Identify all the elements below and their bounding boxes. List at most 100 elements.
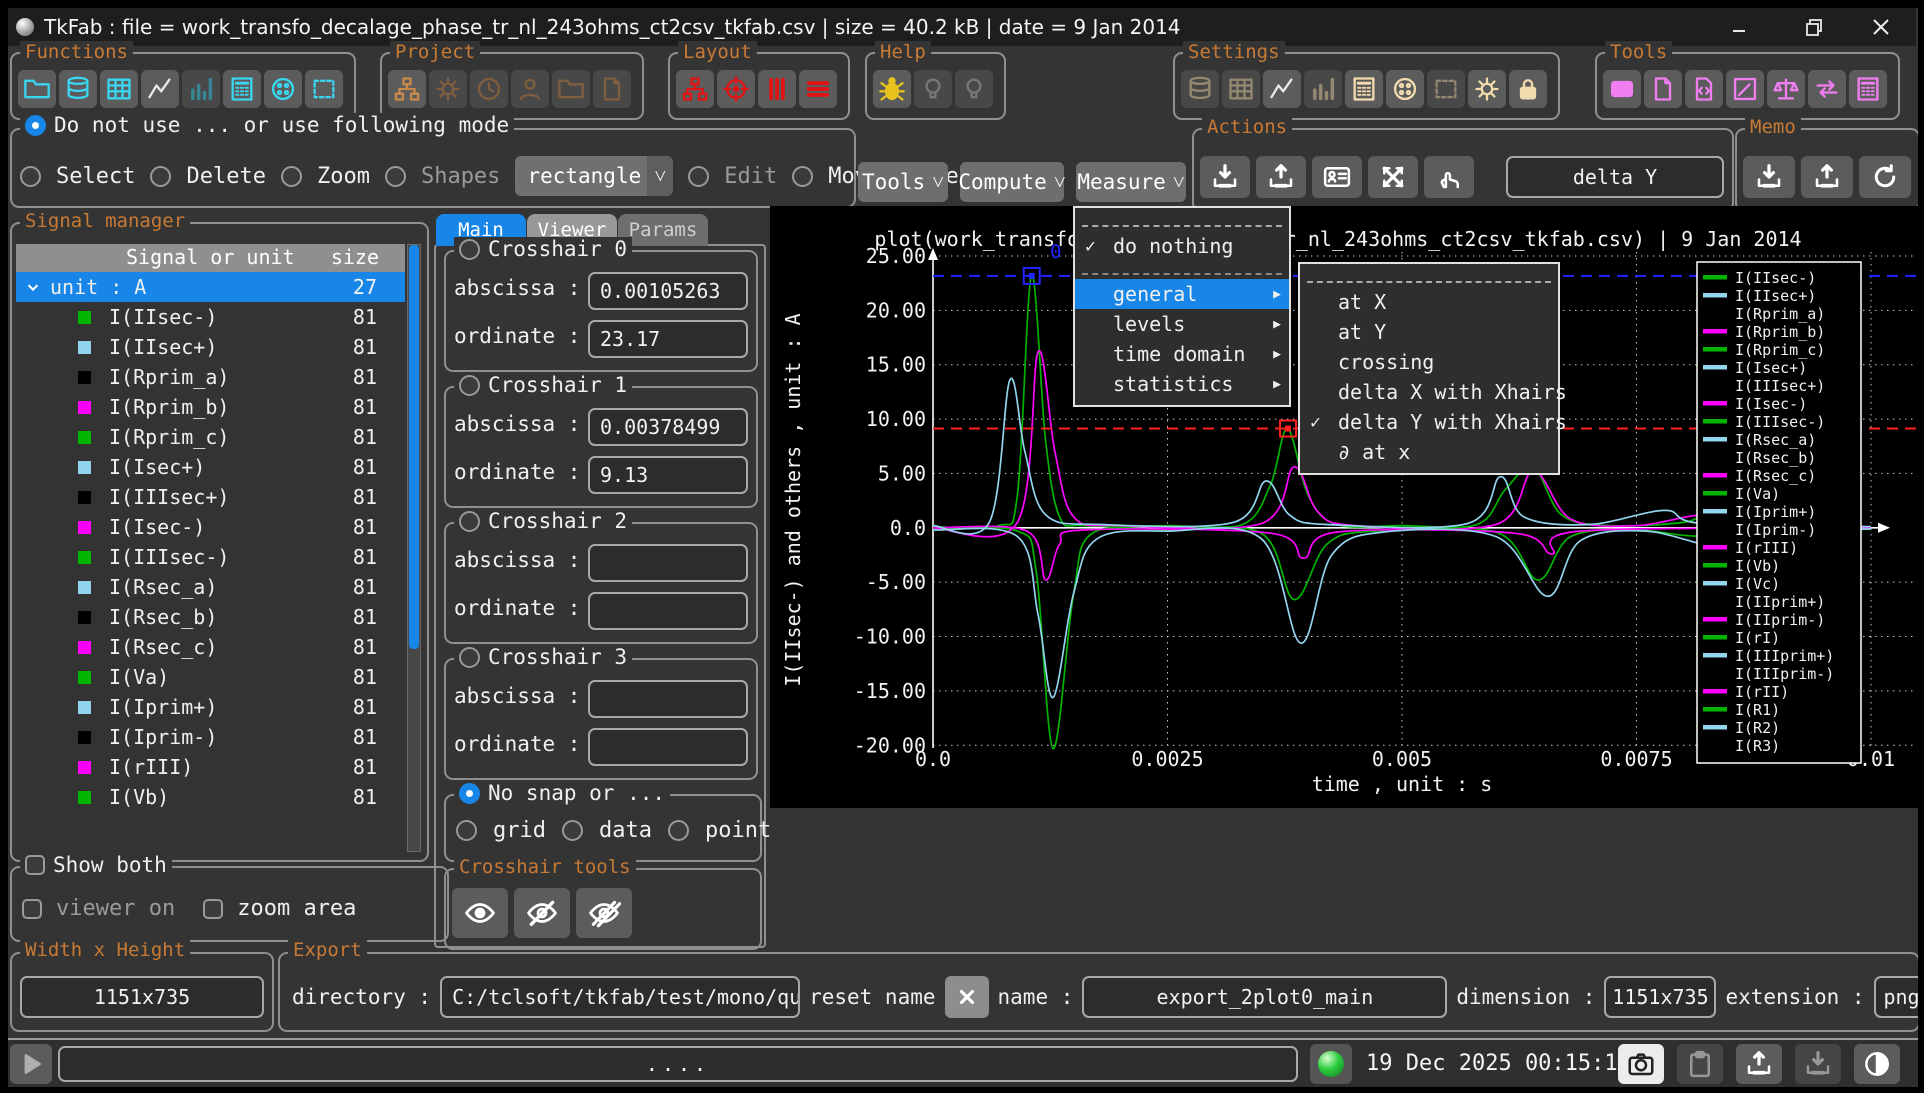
open-file-button[interactable] — [18, 70, 56, 108]
signal-row[interactable]: I(rIII)81 — [16, 752, 405, 782]
settings-database-button[interactable] — [1181, 70, 1219, 108]
actions-save-button[interactable] — [1200, 156, 1250, 198]
crosshair-1-ordinate-field[interactable]: 9.13 — [588, 456, 748, 494]
debug-bug-button[interactable] — [873, 70, 911, 108]
measure-menu-item-general[interactable]: general▶ — [1075, 279, 1289, 309]
signal-row[interactable]: I(Rprim_c)81 — [16, 422, 405, 452]
mode-shapes-radio[interactable] — [385, 166, 406, 187]
tools-menubutton[interactable]: Tools˅ — [858, 162, 948, 202]
signal-group-row[interactable]: unit : A 27 — [16, 272, 405, 302]
chevron-down-icon[interactable] — [24, 278, 42, 296]
settings-palette-button[interactable] — [1386, 70, 1424, 108]
mode-move-radio[interactable] — [792, 166, 813, 187]
maximize-button[interactable] — [1797, 12, 1831, 42]
settings-table-button[interactable] — [1222, 70, 1260, 108]
screenshot-button[interactable] — [1618, 1044, 1664, 1084]
memo-save-button[interactable] — [1743, 156, 1795, 198]
status-message-field[interactable]: .... — [58, 1046, 1298, 1082]
histogram-button[interactable] — [182, 70, 220, 108]
signal-row[interactable]: I(Rprim_a)81 — [16, 362, 405, 392]
signal-row[interactable]: I(Rprim_b)81 — [16, 392, 405, 422]
zoom-area-checkbox[interactable] — [203, 899, 223, 919]
show-crosshairs-button[interactable] — [452, 888, 508, 938]
layout-columns-button[interactable] — [758, 70, 796, 108]
crosshair-1-radio[interactable] — [459, 375, 480, 396]
shape-select[interactable]: rectangle˅ — [515, 156, 673, 196]
export-name-field[interactable]: export_2plot0_main — [1082, 976, 1447, 1018]
signal-row[interactable]: I(Vb)81 — [16, 782, 405, 812]
crosshair-2-ordinate-field[interactable] — [588, 592, 748, 630]
signal-row[interactable]: I(Va)81 — [16, 662, 405, 692]
general-submenu-item--at-x[interactable]: ∂ at x — [1300, 437, 1558, 467]
measure-menu-item-do-nothing[interactable]: ✓do nothing — [1075, 231, 1289, 261]
general-submenu-item-at-x[interactable]: at X — [1300, 287, 1558, 317]
layout-tree-button[interactable] — [676, 70, 714, 108]
crosshair-1-abscissa-field[interactable]: 0.00378499 — [588, 408, 748, 446]
mode-zoom-radio[interactable] — [281, 166, 302, 187]
project-clock-button[interactable] — [470, 70, 508, 108]
signal-row[interactable]: I(IIIsec-)81 — [16, 542, 405, 572]
settings-spreadsheet-button[interactable] — [1345, 70, 1383, 108]
crosshair-2-radio[interactable] — [459, 511, 480, 532]
actions-pointer-button[interactable] — [1424, 156, 1474, 198]
signal-row[interactable]: I(Rsec_a)81 — [16, 572, 405, 602]
plot-button[interactable] — [141, 70, 179, 108]
general-submenu-item-delta-y-with-xhairs[interactable]: ✓delta Y with Xhairs — [1300, 407, 1558, 437]
signal-row[interactable]: I(Iprim+)81 — [16, 692, 405, 722]
contrast-toggle-button[interactable] — [1854, 1044, 1900, 1084]
signal-row[interactable]: I(Rsec_b)81 — [16, 602, 405, 632]
settings-plot-button[interactable] — [1263, 70, 1301, 108]
settings-lock-button[interactable] — [1509, 70, 1547, 108]
signal-row[interactable]: I(IIsec-)81 — [16, 302, 405, 332]
signal-row[interactable]: I(IIIsec+)81 — [16, 482, 405, 512]
crosshair-3-ordinate-field[interactable] — [588, 728, 748, 766]
signal-list[interactable]: Signal or unit size unit : A 27 I(IIsec-… — [16, 244, 405, 852]
memo-refresh-button[interactable] — [1859, 156, 1911, 198]
hint-bulb-1-button[interactable] — [914, 70, 952, 108]
measure-menubutton[interactable]: Measure˅ — [1076, 162, 1186, 202]
minimize-button[interactable] — [1722, 12, 1756, 42]
crosshair-3-radio[interactable] — [459, 647, 480, 668]
measure-mode-value[interactable]: delta Y — [1506, 156, 1724, 198]
measure-menu-item-statistics[interactable]: statistics▶ — [1075, 369, 1289, 399]
crosshair-0-ordinate-field[interactable]: 23.17 — [588, 320, 748, 358]
layout-target-button[interactable] — [717, 70, 755, 108]
memo-load-button[interactable] — [1801, 156, 1853, 198]
tool-edit-button[interactable] — [1726, 70, 1764, 108]
clipboard-button[interactable] — [1677, 1044, 1723, 1084]
general-submenu-item-crossing[interactable]: crossing — [1300, 347, 1558, 377]
menu-tearoff[interactable] — [1082, 213, 1282, 227]
tool-transfer-button[interactable] — [1808, 70, 1846, 108]
spreadsheet-button[interactable] — [223, 70, 261, 108]
palette-button[interactable] — [264, 70, 302, 108]
tool-compare-button[interactable] — [1767, 70, 1805, 108]
extension-field[interactable]: png — [1874, 976, 1924, 1018]
crosshair-0-radio[interactable] — [459, 239, 480, 260]
project-folder-button[interactable] — [552, 70, 590, 108]
hide-crosshairs-button[interactable] — [514, 888, 570, 938]
mode-default-radio[interactable] — [25, 115, 46, 136]
measure-menu-item-levels[interactable]: levels▶ — [1075, 309, 1289, 339]
measure-menu-item-time-domain[interactable]: time domain▶ — [1075, 339, 1289, 369]
mode-edit-radio[interactable] — [688, 166, 709, 187]
signal-scrollbar[interactable] — [407, 244, 421, 852]
run-button[interactable] — [10, 1044, 52, 1084]
settings-histogram-button[interactable] — [1304, 70, 1342, 108]
size-value-field[interactable]: 1151x735 — [20, 976, 264, 1018]
project-tree-button[interactable] — [388, 70, 426, 108]
actions-expand-button[interactable] — [1368, 156, 1418, 198]
snap-point-radio[interactable] — [668, 820, 689, 841]
dimension-field[interactable]: 1151x735 — [1604, 976, 1716, 1018]
project-user-button[interactable] — [511, 70, 549, 108]
signal-row[interactable]: I(Rsec_c)81 — [16, 632, 405, 662]
actions-load-button[interactable] — [1256, 156, 1306, 198]
actions-card-button[interactable] — [1312, 156, 1362, 198]
hint-bulb-2-button[interactable] — [955, 70, 993, 108]
signal-row[interactable]: I(IIsec+)81 — [16, 332, 405, 362]
tool-doc-button[interactable] — [1644, 70, 1682, 108]
snap-grid-radio[interactable] — [456, 820, 477, 841]
crosshair-0-abscissa-field[interactable]: 0.00105263 — [588, 272, 748, 310]
settings-gears-button[interactable] — [1468, 70, 1506, 108]
tool-button-button[interactable] — [1603, 70, 1641, 108]
signal-scrollbar-thumb[interactable] — [409, 245, 419, 649]
